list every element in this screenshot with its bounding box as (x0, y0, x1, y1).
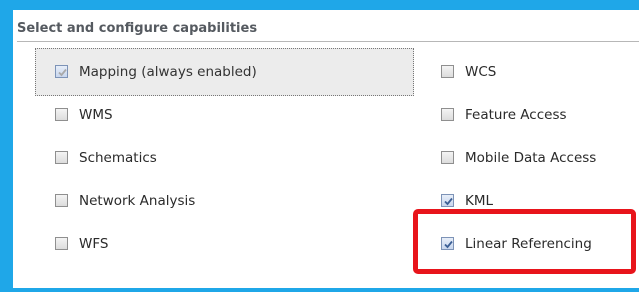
feature-access-checkbox[interactable] (441, 108, 454, 121)
network-analysis-checkbox[interactable] (55, 194, 68, 207)
title-divider (17, 41, 639, 42)
schematics-label[interactable]: Schematics (79, 149, 157, 167)
panel-title: Select and configure capabilities (17, 21, 258, 36)
check-icon (58, 68, 67, 77)
wms-label[interactable]: WMS (79, 106, 113, 124)
mapping-checkbox (55, 65, 68, 78)
wcs-label[interactable]: WCS (465, 63, 496, 81)
wfs-checkbox[interactable] (55, 237, 68, 250)
mobile-data-access-checkbox[interactable] (441, 151, 454, 164)
mobile-data-access-label[interactable]: Mobile Data Access (465, 149, 596, 167)
kml-checkbox[interactable] (441, 194, 454, 207)
mapping-label: Mapping (always enabled) (79, 64, 257, 80)
network-analysis-label[interactable]: Network Analysis (79, 192, 195, 210)
check-icon (444, 197, 453, 206)
kml-label[interactable]: KML (465, 192, 493, 210)
schematics-checkbox[interactable] (55, 151, 68, 164)
wcs-checkbox[interactable] (441, 65, 454, 78)
feature-access-label[interactable]: Feature Access (465, 106, 567, 124)
highlight-annotation (413, 209, 636, 274)
wms-checkbox[interactable] (55, 108, 68, 121)
wfs-label[interactable]: WFS (79, 235, 108, 253)
